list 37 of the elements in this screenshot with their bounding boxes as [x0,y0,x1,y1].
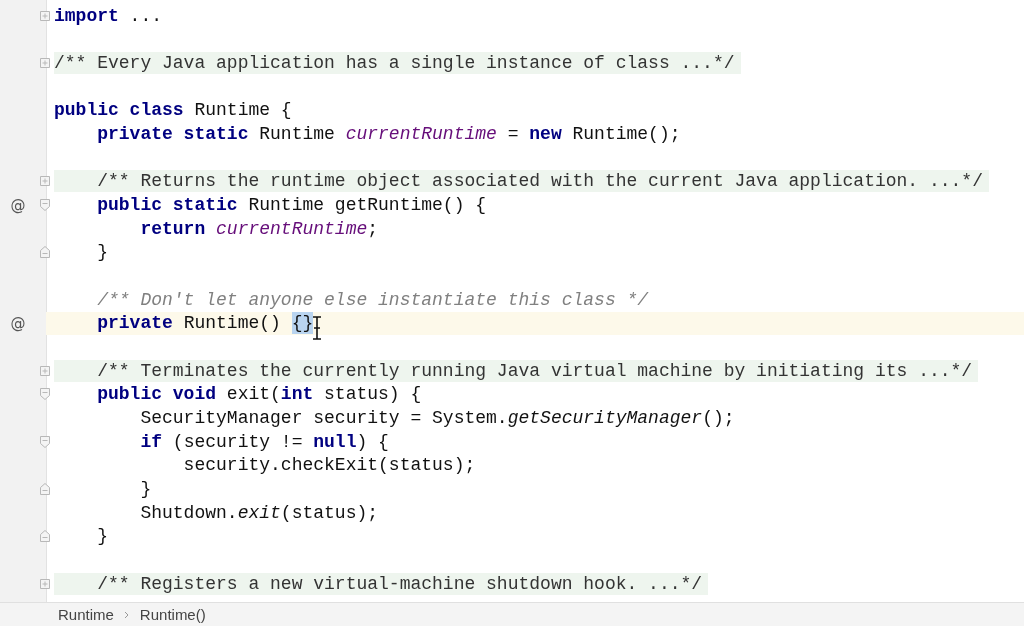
code-comment: /** Don't let anyone else instantiate this class */ [96,288,649,311]
text-cursor-icon [311,316,324,341]
code-line: SecurityManager security = System.getSecurityManager(); [139,407,735,429]
code-line: public static Runtime getRuntime() { [96,194,487,217]
code-line: return currentRuntime; [139,217,379,240]
expand-icon[interactable] [40,577,50,590]
code-line: } [96,241,108,264]
expand-icon[interactable] [40,364,50,377]
code-line: public void exit(int status) { [96,383,422,406]
override-marker[interactable]: @ [0,196,36,215]
code-line: security.checkExit(status); [182,454,476,477]
doc-comment: /** Every Java application has a single instance of class ...*/ [54,52,741,75]
doc-comment: /** Terminates the currently running Java virtual machine by initiating its ...*/ [54,359,979,382]
code-line: import ... [54,4,163,27]
breadcrumb-item[interactable]: Runtime [58,606,114,623]
doc-comment: /** Returns the runtime object associated with the current Java application. ...*/ [54,170,989,193]
collapse-icon[interactable] [40,199,50,212]
collapse-icon[interactable] [40,435,50,448]
code-line: public class Runtime { [54,99,292,122]
override-marker[interactable]: @ [0,314,36,333]
expand-icon[interactable] [40,175,50,188]
expand-icon[interactable] [40,57,50,70]
breadcrumb-item[interactable]: Runtime() [139,606,206,623]
code-line: } [96,525,108,548]
expand-icon[interactable] [40,9,50,22]
code-line: if (security != null) { [139,430,389,453]
code-line: Shutdown.exit(status); [139,501,379,524]
collapse-icon[interactable] [40,482,50,495]
chevron-icon [123,610,130,619]
selected-text: {} [291,312,314,335]
collapse-icon[interactable] [40,246,50,259]
collapse-icon[interactable] [40,530,50,543]
code-line: } [139,477,152,500]
doc-comment: /** Registers a new virtual-machine shutdown hook. ...*/ [54,572,709,595]
code-line: private Runtime() [96,312,282,335]
collapse-icon[interactable] [40,388,50,401]
code-line: private static Runtime currentRuntime = new Runtime(); [96,123,681,146]
